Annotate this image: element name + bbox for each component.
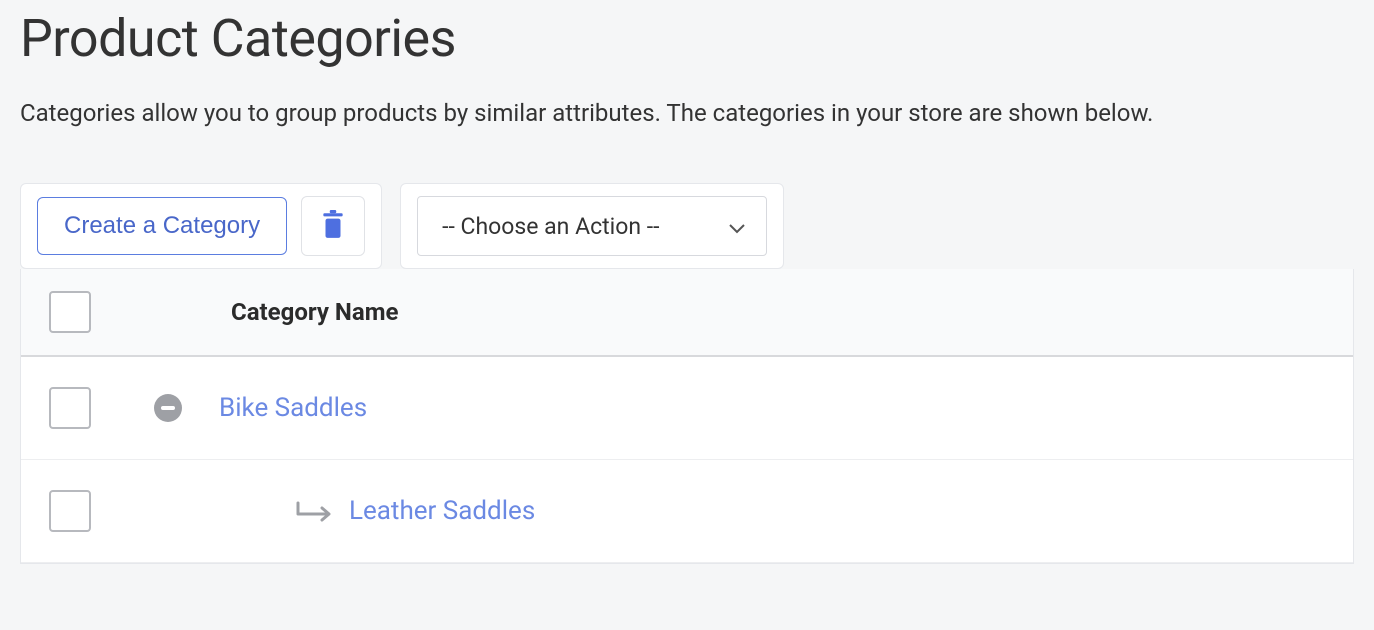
child-arrow-icon xyxy=(295,500,335,522)
action-select-group: -- Choose an Action -- xyxy=(400,183,784,269)
table-row: Bike Saddles xyxy=(21,357,1353,460)
table-row: Leather Saddles xyxy=(21,460,1353,563)
select-all-checkbox[interactable] xyxy=(49,291,91,333)
action-select[interactable]: -- Choose an Action -- xyxy=(417,196,767,256)
page-title: Product Categories xyxy=(20,8,1354,69)
column-header-name: Category Name xyxy=(231,298,398,326)
chevron-down-icon xyxy=(728,213,746,240)
row-checkbox[interactable] xyxy=(49,387,91,429)
create-button-group: Create a Category xyxy=(20,183,382,269)
action-select-label: -- Choose an Action -- xyxy=(442,213,659,240)
create-category-button[interactable]: Create a Category xyxy=(37,197,287,255)
page-subtitle: Categories allow you to group products b… xyxy=(20,99,1354,127)
row-checkbox[interactable] xyxy=(49,490,91,532)
collapse-icon[interactable] xyxy=(153,393,183,423)
categories-table: Category Name Bike Saddles Leather Saddl… xyxy=(20,269,1354,564)
category-link[interactable]: Bike Saddles xyxy=(219,393,367,423)
delete-button[interactable] xyxy=(301,196,365,256)
trash-icon xyxy=(320,210,346,243)
table-header-row: Category Name xyxy=(21,269,1353,357)
category-link[interactable]: Leather Saddles xyxy=(349,496,535,526)
